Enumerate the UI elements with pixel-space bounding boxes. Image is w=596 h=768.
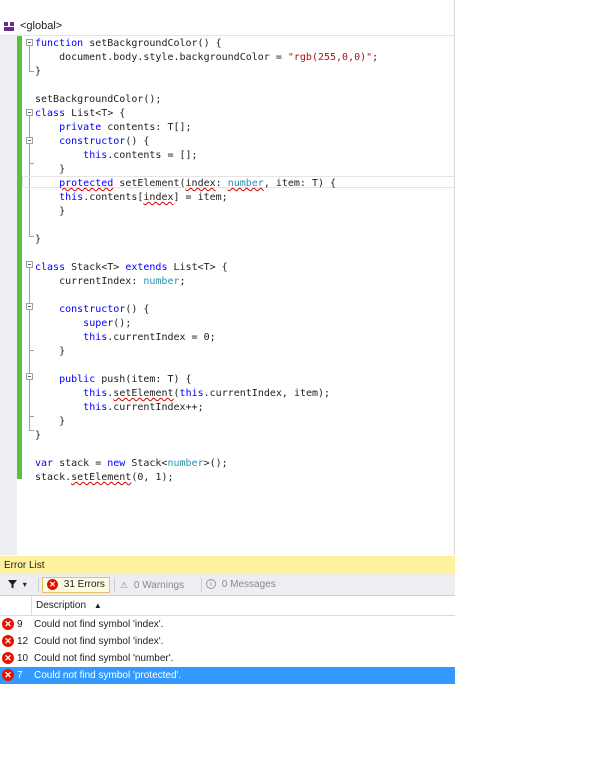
code-line: var stack = new Stack<number>();: [35, 458, 228, 469]
collapse-toggle-icon[interactable]: [26, 373, 33, 380]
code-line: stack.setElement(0, 1);: [35, 472, 174, 483]
code-line: }: [35, 206, 66, 217]
collapse-toggle-icon[interactable]: [26, 39, 33, 46]
error-icon: ✕: [47, 578, 58, 590]
collapse-toggle-icon[interactable]: [26, 303, 33, 310]
warnings-count-label: 0 Warnings: [133, 580, 185, 591]
collapse-toggle-icon[interactable]: [26, 261, 33, 268]
code-line: class Stack<T> extends List<T> {: [35, 262, 228, 273]
code-line: this.contents = [];: [83, 150, 198, 161]
error-list-panel: Error List ▾ ✕ 31 Errors ⚠ 0 Warnings i …: [0, 556, 455, 696]
code-text[interactable]: function setBackgroundColor() { document…: [35, 37, 378, 485]
error-line-number: 7: [17, 670, 23, 681]
code-line: constructor() {: [59, 304, 150, 315]
code-line: }: [35, 416, 66, 427]
chevron-down-icon: ▾: [22, 580, 27, 589]
filter-dropdown[interactable]: ▾: [8, 577, 27, 593]
collapse-toggle-icon[interactable]: [26, 109, 33, 116]
error-list-toolbar: ▾ ✕ 31 Errors ⚠ 0 Warnings i 0 Messages: [0, 574, 455, 596]
error-line-number: 12: [17, 636, 29, 647]
error-description: Could not find symbol 'index'.: [34, 619, 164, 630]
code-line: protected setElement(index: number, item…: [59, 178, 337, 189]
messages-count-label: 0 Messages: [221, 579, 276, 590]
messages-filter-button[interactable]: i 0 Messages: [206, 577, 276, 593]
code-line: }: [35, 164, 66, 175]
scope-dropdown[interactable]: <global>: [20, 20, 62, 32]
error-row[interactable]: ✕ 7 Could not find symbol 'protected'.: [0, 667, 455, 684]
warning-icon: ⚠: [120, 580, 129, 590]
change-tracking-bar: [17, 36, 22, 479]
errors-filter-button[interactable]: ✕ 31 Errors: [42, 577, 110, 593]
code-line: }: [35, 66, 42, 77]
code-line: this.setElement(this.currentIndex, item)…: [83, 388, 331, 399]
code-line: constructor() {: [59, 136, 150, 147]
code-line: setBackgroundColor();: [35, 94, 162, 105]
panel-title: Error List: [0, 556, 455, 574]
code-line: document.body.style.backgroundColor = "r…: [35, 52, 379, 63]
description-column-header[interactable]: Description ▲: [36, 596, 102, 616]
code-line: private contents: T[];: [59, 122, 192, 133]
error-icon: ✕: [2, 635, 14, 647]
info-icon: i: [206, 579, 216, 590]
code-line: }: [35, 234, 42, 245]
code-line: this.currentIndex = 0;: [83, 332, 216, 343]
code-line: class List<T> {: [35, 108, 126, 119]
collapse-toggle-icon[interactable]: [26, 137, 33, 144]
error-row[interactable]: ✕ 12 Could not find symbol 'index'.: [0, 633, 455, 650]
error-description: Could not find symbol 'index'.: [34, 636, 164, 647]
code-line: currentIndex: number;: [35, 276, 186, 287]
code-line: this.currentIndex++;: [83, 402, 204, 413]
code-line: this.contents[index] = item;: [59, 192, 228, 203]
error-description: Could not find symbol 'number'.: [34, 653, 174, 664]
code-line: }: [35, 346, 66, 357]
error-line-number: 9: [17, 619, 23, 630]
error-row[interactable]: ✕ 10 Could not find symbol 'number'.: [0, 650, 455, 667]
error-icon: ✕: [2, 652, 14, 664]
outlining-margin: [23, 36, 35, 496]
code-line: public push(item: T) {: [59, 374, 192, 385]
sort-ascending-icon: ▲: [93, 601, 102, 610]
code-editor[interactable]: <global> function setBackgroundColor() {…: [0, 0, 455, 555]
errors-count-label: 31 Errors: [63, 579, 105, 590]
funnel-icon: [8, 579, 17, 589]
code-line: super();: [83, 318, 132, 329]
error-list-header: Description ▲: [0, 596, 455, 616]
navigation-bar[interactable]: <global>: [0, 19, 454, 36]
class-view-icon: [4, 22, 14, 31]
error-icon: ✕: [2, 669, 14, 681]
error-description: Could not find symbol 'protected'.: [34, 670, 182, 681]
code-line: }: [35, 430, 42, 441]
error-line-number: 10: [17, 653, 29, 664]
code-line: function setBackgroundColor() {: [35, 38, 222, 49]
line-gutter: [0, 36, 17, 555]
error-icon: ✕: [2, 618, 14, 630]
warnings-filter-button[interactable]: ⚠ 0 Warnings: [120, 577, 184, 593]
error-row[interactable]: ✕ 9 Could not find symbol 'index'.: [0, 616, 455, 633]
